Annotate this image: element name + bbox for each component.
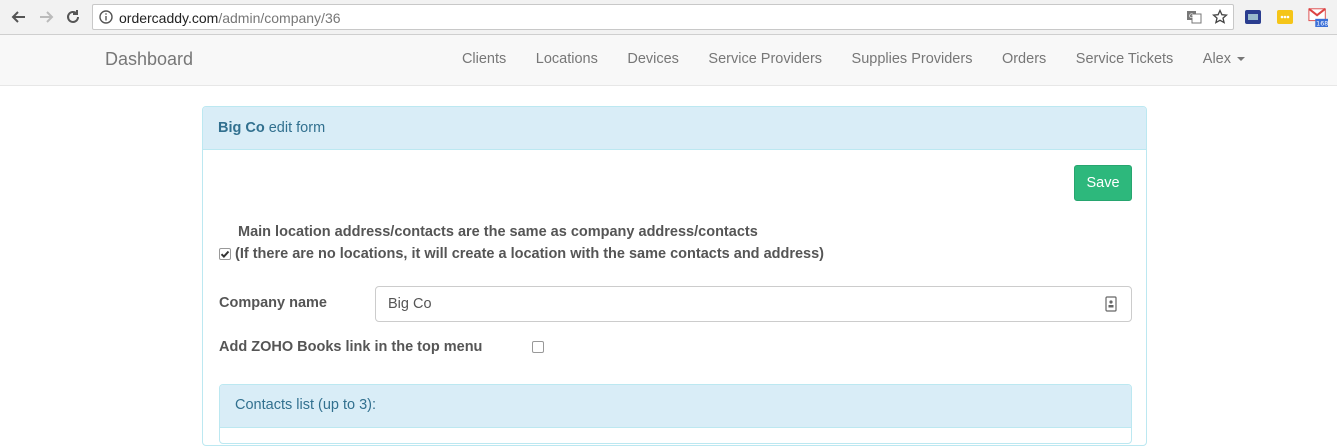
save-button[interactable]: Save bbox=[1074, 165, 1132, 201]
translate-icon[interactable]: G bbox=[1186, 9, 1202, 25]
nav-item-orders[interactable]: Orders bbox=[1002, 51, 1046, 67]
main-location-checkbox[interactable] bbox=[219, 248, 231, 260]
info-icon[interactable] bbox=[99, 10, 113, 24]
brand-link[interactable]: Dashboard bbox=[105, 49, 193, 70]
forward-arrow-icon[interactable] bbox=[35, 6, 57, 28]
company-name-label: Company name bbox=[219, 295, 327, 311]
bookmark-star-icon[interactable] bbox=[1212, 9, 1228, 25]
user-menu[interactable]: Alex bbox=[1203, 51, 1245, 67]
heading-suffix: edit form bbox=[264, 120, 326, 136]
company-name-input[interactable]: Big Co bbox=[375, 286, 1132, 322]
notes-extension-icon[interactable] bbox=[1275, 7, 1295, 27]
address-bar[interactable]: ordercaddy.com/admin/company/36 G bbox=[92, 4, 1234, 30]
gmail-icon[interactable]: 168 bbox=[1308, 7, 1328, 28]
contacts-panel: Contacts list (up to 3): bbox=[219, 384, 1132, 444]
zoho-label: Add ZOHO Books link in the top menu bbox=[219, 339, 483, 355]
svg-text:G: G bbox=[1189, 13, 1194, 20]
nav-item-supplies-providers[interactable]: Supplies Providers bbox=[852, 51, 973, 67]
company-heading-name: Big Co bbox=[218, 120, 265, 136]
zoho-checkbox[interactable] bbox=[532, 341, 544, 353]
main-location-row: (If there are no locations, it will crea… bbox=[219, 246, 824, 262]
nav-menu: Clients Locations Devices Service Provid… bbox=[432, 51, 1245, 67]
nav-item-locations[interactable]: Locations bbox=[536, 51, 598, 67]
app-navbar: Dashboard Clients Locations Devices Serv… bbox=[0, 35, 1337, 86]
main-location-label: Main location address/contacts are the s… bbox=[238, 224, 758, 240]
nav-item-service-tickets[interactable]: Service Tickets bbox=[1076, 51, 1174, 67]
edit-form-panel: Big Co edit form Save Main location addr… bbox=[202, 106, 1147, 446]
user-name: Alex bbox=[1202, 51, 1231, 67]
nav-item-service-providers[interactable]: Service Providers bbox=[708, 51, 822, 67]
contact-card-icon[interactable] bbox=[1105, 296, 1117, 312]
nav-item-clients[interactable]: Clients bbox=[462, 51, 506, 67]
browser-toolbar: ordercaddy.com/admin/company/36 G 168 bbox=[0, 0, 1337, 35]
url-text: ordercaddy.com/admin/company/36 bbox=[119, 10, 341, 26]
back-arrow-icon[interactable] bbox=[8, 6, 30, 28]
panel-heading: Big Co edit form bbox=[203, 107, 1146, 150]
reload-icon[interactable] bbox=[62, 6, 84, 28]
gmail-badge: 168 bbox=[1316, 21, 1328, 28]
extension-icon[interactable] bbox=[1243, 7, 1263, 27]
check-icon bbox=[220, 250, 230, 259]
company-name-value: Big Co bbox=[388, 296, 432, 312]
contacts-heading: Contacts list (up to 3): bbox=[220, 385, 1131, 428]
nav-item-devices[interactable]: Devices bbox=[627, 51, 679, 67]
main-location-note: (If there are no locations, it will crea… bbox=[235, 246, 825, 262]
caret-down-icon bbox=[1237, 57, 1245, 61]
